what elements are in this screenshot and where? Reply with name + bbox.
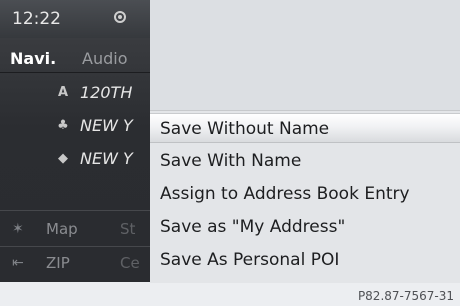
menu-item-save-with-name[interactable]: Save With Name [150,146,460,176]
navigation-panel: 12:22 Navi. Audio A 120TH ♣ NEW Y ◆ NEW … [0,0,150,282]
map-row[interactable]: ✶ Map St [0,214,150,244]
tab-navi[interactable]: Navi. [10,49,56,68]
letter-a-icon: A [57,85,69,100]
zip-extra-label: Ce [120,254,140,272]
figure-reference: P82.87-7567-31 [357,289,454,303]
destination-text: NEW Y [80,116,133,135]
destination-item-1[interactable]: A 120TH [0,78,150,108]
status-bar: 12:22 [0,0,150,38]
destination-item-3[interactable]: ◆ NEW Y [0,144,150,174]
circle-target-icon [114,11,126,23]
map-label: Map [46,220,78,238]
clock: 12:22 [12,9,61,29]
zip-row[interactable]: ⇤ ZIP Ce [0,248,150,278]
menu-item-save-personal-poi[interactable]: Save As Personal POI [150,245,460,275]
destination-text: 120TH [80,83,133,102]
back-icon: ⇤ [12,255,24,271]
divider [0,210,150,211]
map-extra-label: St [120,220,136,238]
usa-map-icon: ◆ [58,151,68,166]
menu-item-save-my-address[interactable]: Save as "My Address" [150,212,460,242]
save-options-menu: Save Without Name Save With Name Assign … [150,110,460,283]
menu-item-save-without-name[interactable]: Save Without Name [150,113,460,143]
destination-item-2[interactable]: ♣ NEW Y [0,111,150,141]
zip-label: ZIP [46,254,70,272]
menu-item-assign-address-book[interactable]: Assign to Address Book Entry [150,179,460,209]
divider [0,246,150,247]
map-person-icon: ✶ [12,221,24,237]
screen: 12:22 Navi. Audio A 120TH ♣ NEW Y ◆ NEW … [0,0,460,283]
tab-audio[interactable]: Audio [82,49,127,68]
destination-text: NEW Y [80,149,133,168]
tab-bar: Navi. Audio [0,42,150,73]
building-icon: ♣ [57,118,69,133]
